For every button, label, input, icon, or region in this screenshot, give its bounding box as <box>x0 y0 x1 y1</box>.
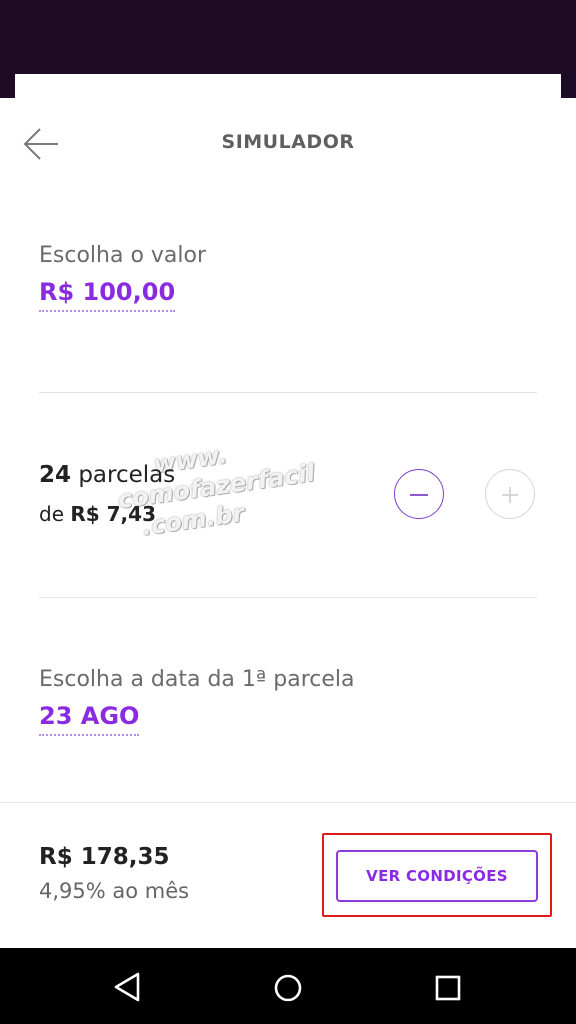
triangle-back-icon <box>114 972 140 1002</box>
circle-home-icon <box>274 974 302 1002</box>
installment-count: 24 parcelas <box>39 462 176 488</box>
decrement-installments-button[interactable] <box>394 469 444 519</box>
amount-label: Escolha o valor <box>39 243 207 268</box>
divider <box>39 597 537 598</box>
monthly-rate: 4,95% ao mês <box>39 879 190 903</box>
increment-installments-button[interactable] <box>485 469 535 519</box>
footer-divider <box>0 802 576 803</box>
minus-icon <box>410 494 428 496</box>
nav-home-button[interactable] <box>268 968 308 1008</box>
amount-value[interactable]: R$ 100,00 <box>39 278 176 312</box>
page-title: SIMULADOR <box>221 131 355 153</box>
view-conditions-button[interactable]: VER CONDIÇÕES <box>336 850 538 902</box>
square-recents-icon <box>435 975 461 1001</box>
plus-icon <box>502 487 518 503</box>
divider <box>39 392 537 393</box>
first-date-label: Escolha a data da 1ª parcela <box>39 667 355 692</box>
nav-back-button[interactable] <box>108 968 148 1008</box>
first-date-value[interactable]: 23 AGO <box>39 702 140 736</box>
installment-amount: de R$ 7,43 <box>39 502 156 526</box>
nav-recents-button[interactable] <box>428 968 468 1008</box>
total-amount: R$ 178,35 <box>39 844 170 870</box>
